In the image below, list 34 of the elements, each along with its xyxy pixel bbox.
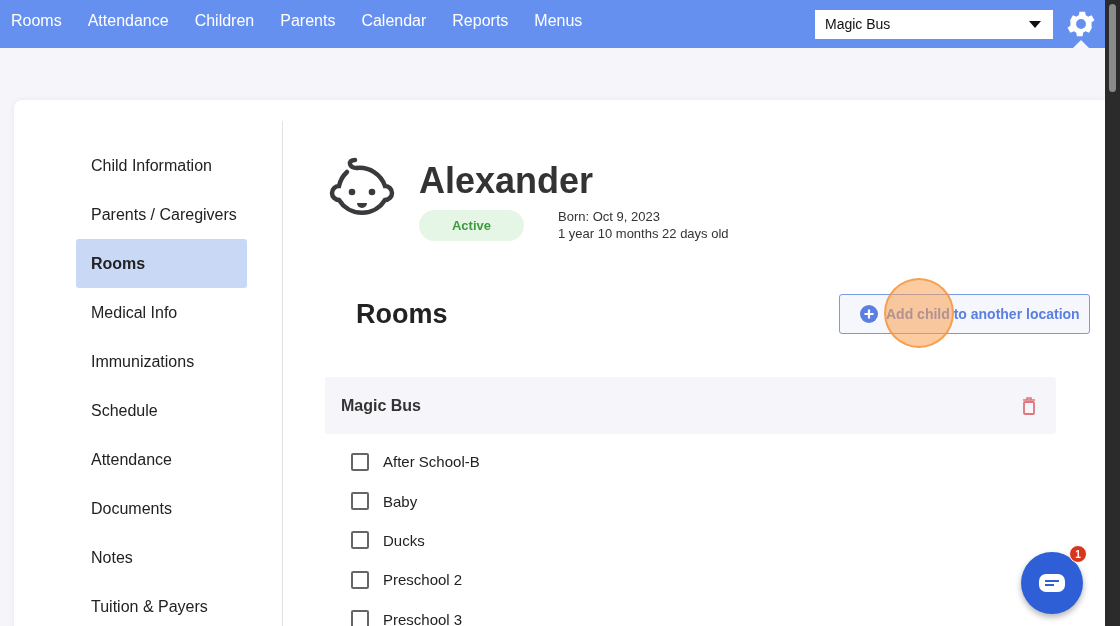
status-badge: Active	[419, 209, 524, 241]
sidebar-item[interactable]: Immunizations	[76, 337, 247, 386]
room-checkbox[interactable]	[351, 610, 369, 626]
room-label: Preschool 3	[383, 610, 463, 626]
room-label: Ducks	[383, 531, 425, 549]
birth-date: Born: Oct 9, 2023	[558, 208, 661, 225]
sidebar-item[interactable]: Rooms	[76, 239, 247, 288]
room-label: Preschool 2	[383, 571, 463, 589]
room-checkbox[interactable]	[351, 570, 369, 589]
caret-icon	[1029, 20, 1041, 28]
scrollbar[interactable]	[1105, 0, 1120, 626]
sidebar-item[interactable]: Documents	[76, 484, 247, 533]
chat-icon	[1039, 574, 1065, 592]
room-checkbox[interactable]	[351, 452, 369, 471]
room-checkbox[interactable]	[351, 531, 369, 550]
sidebar-item[interactable]: Attendance	[76, 435, 247, 484]
child-age: 1 year 10 months 22 days old	[558, 225, 729, 242]
sidebar-item[interactable]: Child Information	[76, 141, 247, 190]
pointer-notch	[1073, 40, 1089, 48]
room-label: Baby	[383, 492, 418, 510]
sidebar-item[interactable]: Notes	[76, 533, 247, 582]
sidebar-item[interactable]: Medical Info	[76, 288, 247, 337]
room-label: After School-B	[383, 453, 480, 471]
add-location-button[interactable]: Add child to another location	[839, 294, 1090, 334]
room-checkbox[interactable]	[351, 492, 369, 511]
child-name: Alexander	[419, 160, 595, 202]
plus-icon	[860, 305, 878, 323]
sidebar-item[interactable]: Parents / Caregivers	[76, 190, 247, 239]
location-name: Magic Bus	[341, 396, 421, 415]
location-select[interactable]: Magic Bus	[815, 9, 1053, 39]
sidebar-item[interactable]: Schedule	[76, 386, 247, 435]
section-title: Rooms	[356, 298, 448, 330]
trash-icon[interactable]	[1022, 396, 1036, 415]
sidebar-item[interactable]: Tuition & Payers	[76, 582, 247, 626]
